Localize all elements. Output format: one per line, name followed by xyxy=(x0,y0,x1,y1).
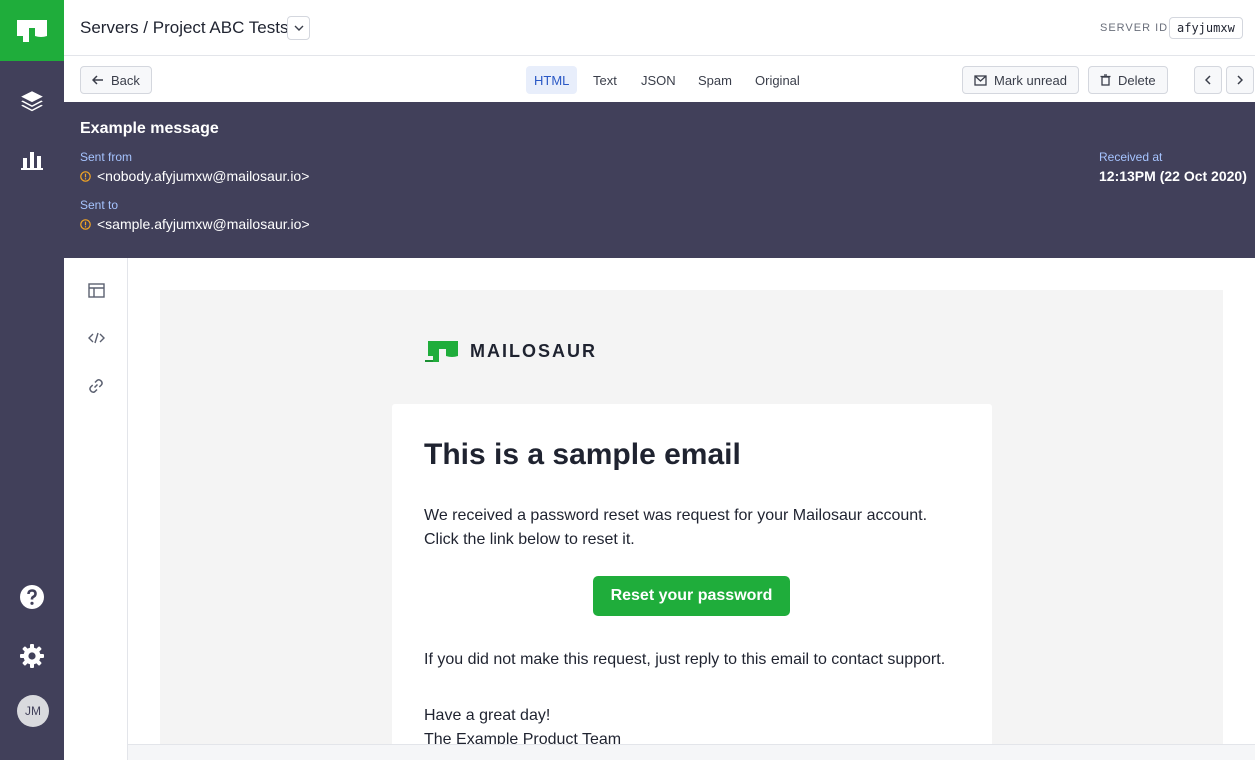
email-signoff: Have a great day! xyxy=(424,707,551,724)
view-switcher xyxy=(64,258,128,760)
email-line-1: We received a password reset was request… xyxy=(424,507,928,524)
delete-button[interactable]: Delete xyxy=(1088,66,1168,94)
back-label: Back xyxy=(111,72,140,88)
arrow-left-icon xyxy=(92,75,103,85)
back-button[interactable]: Back xyxy=(80,66,152,94)
avatar[interactable]: JM xyxy=(17,695,49,727)
reset-password-button[interactable]: Reset your password xyxy=(593,576,790,616)
received-label: Received at xyxy=(1099,150,1163,164)
email-preview: MAILOSAUR This is a sample email We rece… xyxy=(128,258,1255,744)
email-card: This is a sample email We received a pas… xyxy=(392,404,992,744)
mailosaur-logo[interactable] xyxy=(0,0,64,61)
left-rail: JM xyxy=(0,0,64,760)
tab-original[interactable]: Original xyxy=(747,66,808,94)
link-icon[interactable] xyxy=(84,374,108,398)
chevron-down-icon xyxy=(294,25,303,31)
envelope-icon xyxy=(974,74,987,86)
gear-icon[interactable] xyxy=(0,636,64,676)
tab-json[interactable]: JSON xyxy=(633,66,684,94)
previous-message-button[interactable] xyxy=(1194,66,1222,94)
sent-to-label: Sent to xyxy=(80,198,119,212)
next-message-button[interactable] xyxy=(1226,66,1254,94)
brand-name: MAILOSAUR xyxy=(470,340,597,361)
code-icon[interactable] xyxy=(84,326,108,350)
tab-html[interactable]: HTML xyxy=(526,66,578,94)
page-header: Servers / Project ABC Tests SERVER ID: a… xyxy=(64,0,1255,56)
help-icon[interactable] xyxy=(0,577,64,617)
received-timestamp: 12:13PM (22 Oct 2020) xyxy=(1099,168,1247,184)
message-subject: Example message xyxy=(80,120,219,137)
email-line-2: Click the link below to reset it. xyxy=(424,531,635,548)
server-dropdown-button[interactable] xyxy=(287,16,310,40)
email-line-3: If you did not make this request, just r… xyxy=(424,651,946,668)
chevron-right-icon xyxy=(1237,75,1243,85)
mark-unread-label: Mark unread xyxy=(994,72,1067,88)
email-canvas: MAILOSAUR This is a sample email We rece… xyxy=(160,290,1223,744)
sent-to-value[interactable]: <sample.afyjumxw@mailosaur.io> xyxy=(80,216,310,232)
sent-from-label: Sent from xyxy=(80,150,133,164)
trash-icon xyxy=(1100,74,1111,86)
tab-spam[interactable]: Spam xyxy=(690,66,740,94)
mailosaur-dino-icon xyxy=(425,341,458,362)
page-title: Servers / Project ABC Tests xyxy=(80,18,289,37)
email-signature: The Example Product Team xyxy=(424,731,622,744)
message-details: Example message Sent from <nobody.afyjum… xyxy=(64,102,1255,258)
sent-from-address: <nobody.afyjumxw@mailosaur.io> xyxy=(97,168,310,184)
sent-to-address: <sample.afyjumxw@mailosaur.io> xyxy=(97,216,310,232)
chevron-left-icon xyxy=(1205,75,1211,85)
message-toolbar: Back HTML Text JSON Spam Original Mark u… xyxy=(64,56,1255,102)
warning-icon xyxy=(80,170,91,182)
delete-label: Delete xyxy=(1118,72,1156,88)
warning-icon xyxy=(80,218,91,230)
email-title: This is a sample email xyxy=(424,438,741,471)
mark-unread-button[interactable]: Mark unread xyxy=(962,66,1079,94)
layout-icon[interactable] xyxy=(84,278,108,302)
bar-chart-icon[interactable] xyxy=(0,140,64,180)
server-id-label: SERVER ID: xyxy=(1100,22,1173,34)
server-id-value[interactable]: afyjumxw xyxy=(1169,17,1243,39)
email-brand: MAILOSAUR xyxy=(424,338,597,364)
tab-text[interactable]: Text xyxy=(585,66,625,94)
horizontal-scrollbar[interactable] xyxy=(128,744,1255,760)
dino-logo-icon xyxy=(17,19,47,42)
layers-icon[interactable] xyxy=(0,81,64,121)
sent-from-value[interactable]: <nobody.afyjumxw@mailosaur.io> xyxy=(80,168,309,184)
